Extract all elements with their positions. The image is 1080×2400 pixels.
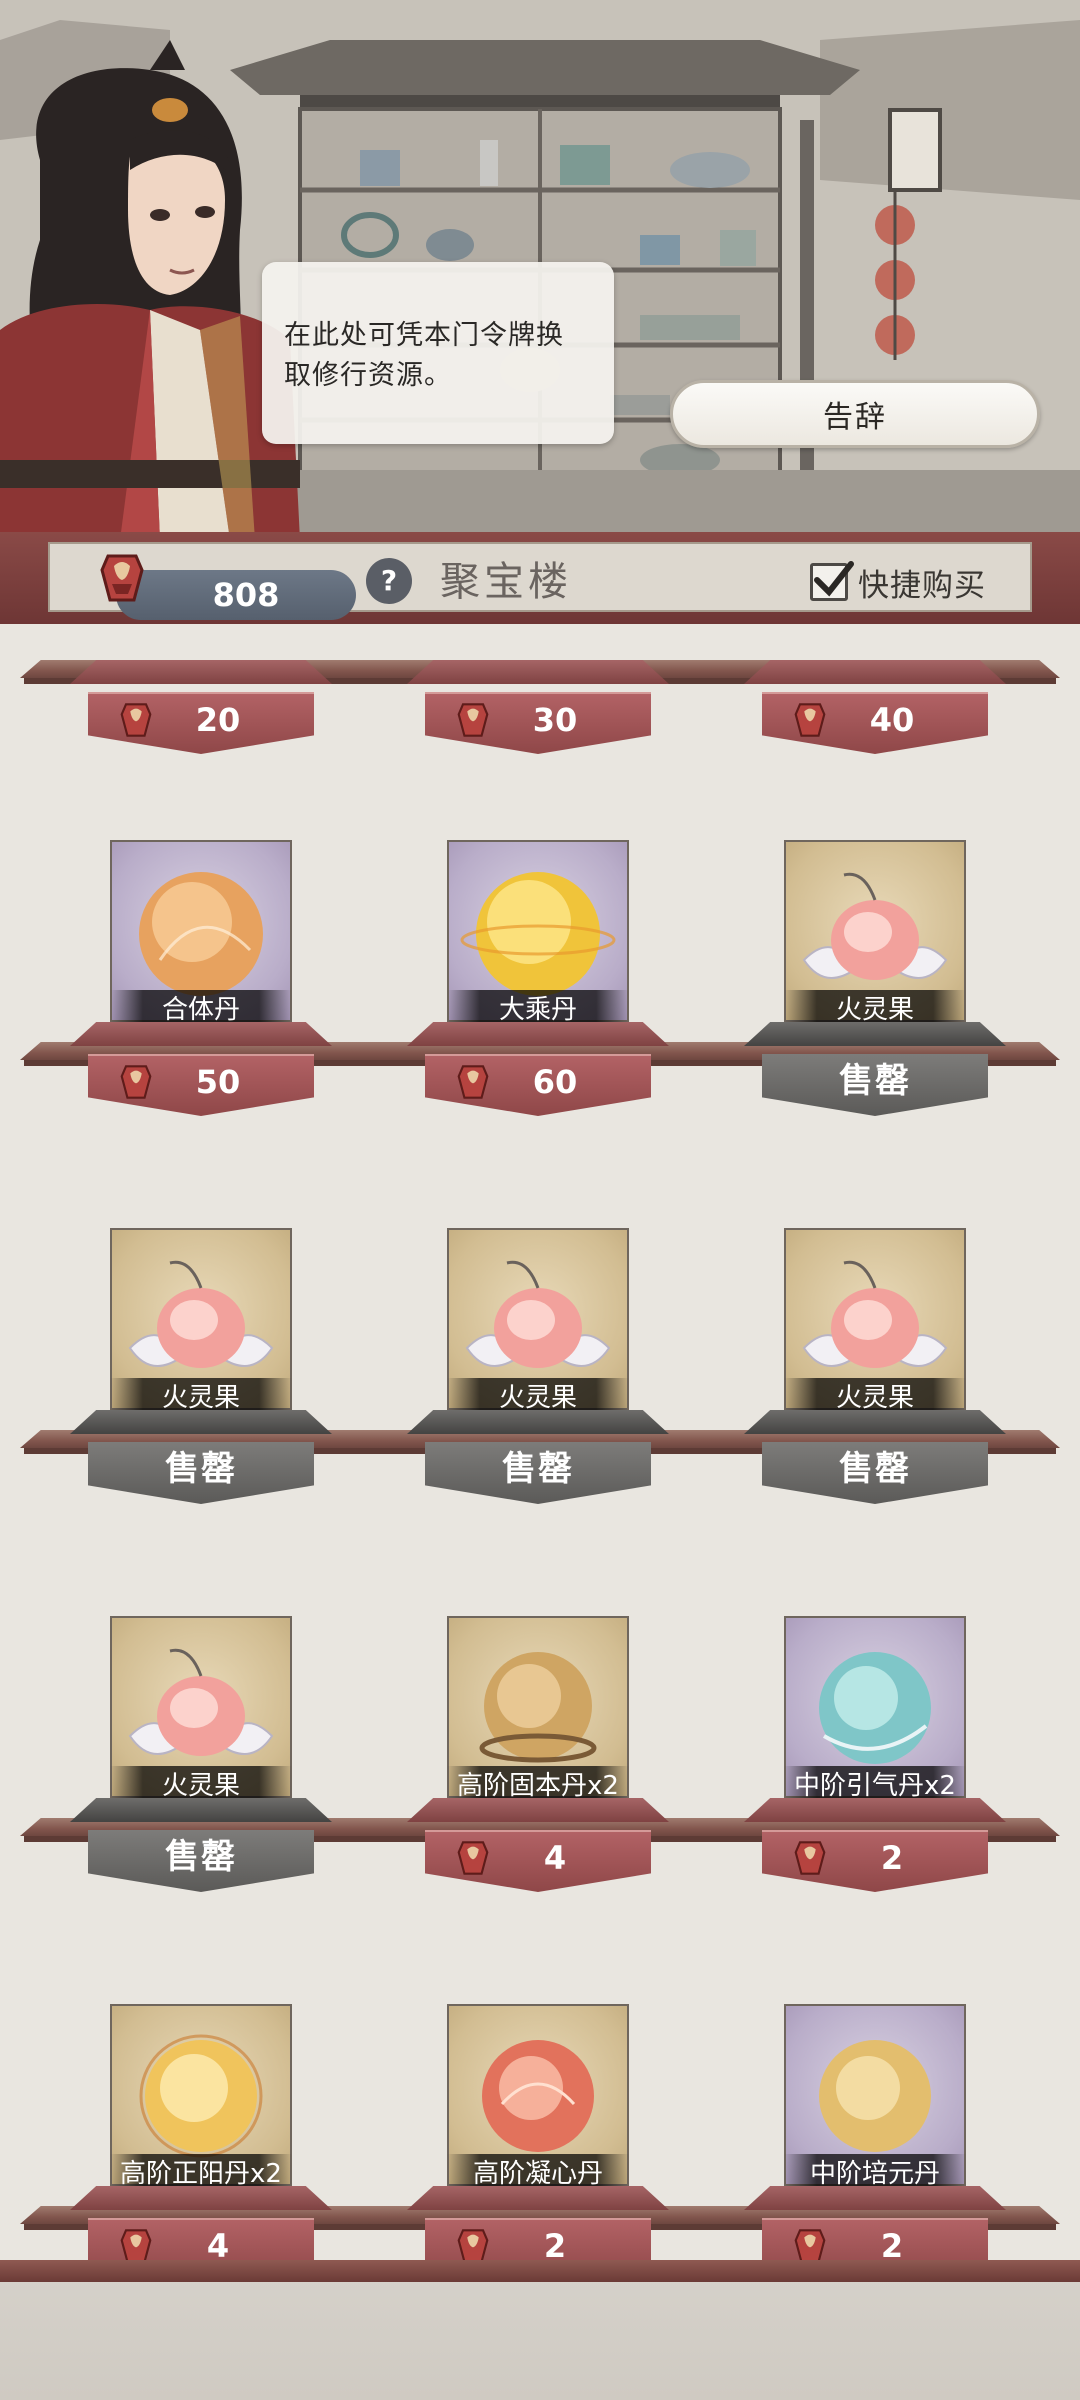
sect-token-icon bbox=[457, 703, 489, 737]
price-tag[interactable]: 20 bbox=[88, 692, 314, 754]
sold-out-tag: 售罄 bbox=[425, 1442, 651, 1504]
sold-out-tag: 售罄 bbox=[88, 1830, 314, 1892]
shopkeeper-dialog-bubble: 在此处可凭本门令牌换 取修行资源。 bbox=[262, 262, 614, 444]
price-value: 4 bbox=[543, 1839, 567, 1877]
price-tag[interactable]: 30 bbox=[425, 692, 651, 754]
price-value: 30 bbox=[532, 701, 578, 739]
dialog-text-line-1: 在此处可凭本门令牌换 bbox=[284, 320, 564, 351]
farewell-button[interactable]: 告辞 bbox=[670, 380, 1040, 448]
sect-token-icon bbox=[457, 1065, 489, 1099]
sect-token-icon bbox=[457, 1841, 489, 1875]
price-tag[interactable]: 50 bbox=[88, 1054, 314, 1116]
quick-buy-checkbox[interactable] bbox=[810, 561, 854, 601]
bottom-rail bbox=[0, 2260, 1080, 2282]
sold-out-tag: 售罄 bbox=[762, 1442, 988, 1504]
price-value: 20 bbox=[195, 701, 241, 739]
sect-token-icon bbox=[794, 703, 826, 737]
help-button[interactable]: ? bbox=[366, 558, 412, 604]
dialog-text-line-2: 取修行资源。 bbox=[284, 360, 452, 391]
price-tag[interactable]: 4 bbox=[425, 1830, 651, 1892]
price-tag[interactable]: 60 bbox=[425, 1054, 651, 1116]
sect-token-icon bbox=[120, 703, 152, 737]
shop-item-list[interactable]: 20 30 40 合体丹 50 大乘丹 60 火灵果 售罄 火灵果 售罄 火灵果… bbox=[0, 624, 1080, 2280]
price-tag[interactable]: 2 bbox=[762, 1830, 988, 1892]
checkmark-icon bbox=[814, 561, 854, 597]
sold-out-tag: 售罄 bbox=[762, 1054, 988, 1116]
sold-out-tag: 售罄 bbox=[88, 1442, 314, 1504]
price-value: 2 bbox=[880, 1839, 904, 1877]
price-value: 50 bbox=[195, 1063, 241, 1101]
shop-title: 聚宝楼 bbox=[440, 559, 572, 605]
price-value: 60 bbox=[532, 1063, 578, 1101]
shopkeeper-scene: 在此处可凭本门令牌换 取修行资源。 告辞 bbox=[0, 0, 1080, 540]
sect-token-icon bbox=[120, 1065, 152, 1099]
quick-buy-toggle[interactable]: 快捷购买 bbox=[810, 560, 986, 604]
currency-amount: 808 bbox=[116, 570, 356, 620]
quick-buy-label: 快捷购买 bbox=[858, 567, 986, 604]
price-value: 40 bbox=[869, 701, 915, 739]
price-tag[interactable]: 40 bbox=[762, 692, 988, 754]
bottom-frame bbox=[0, 2260, 1080, 2400]
sect-token-icon bbox=[100, 554, 144, 602]
sect-token-icon bbox=[794, 1841, 826, 1875]
